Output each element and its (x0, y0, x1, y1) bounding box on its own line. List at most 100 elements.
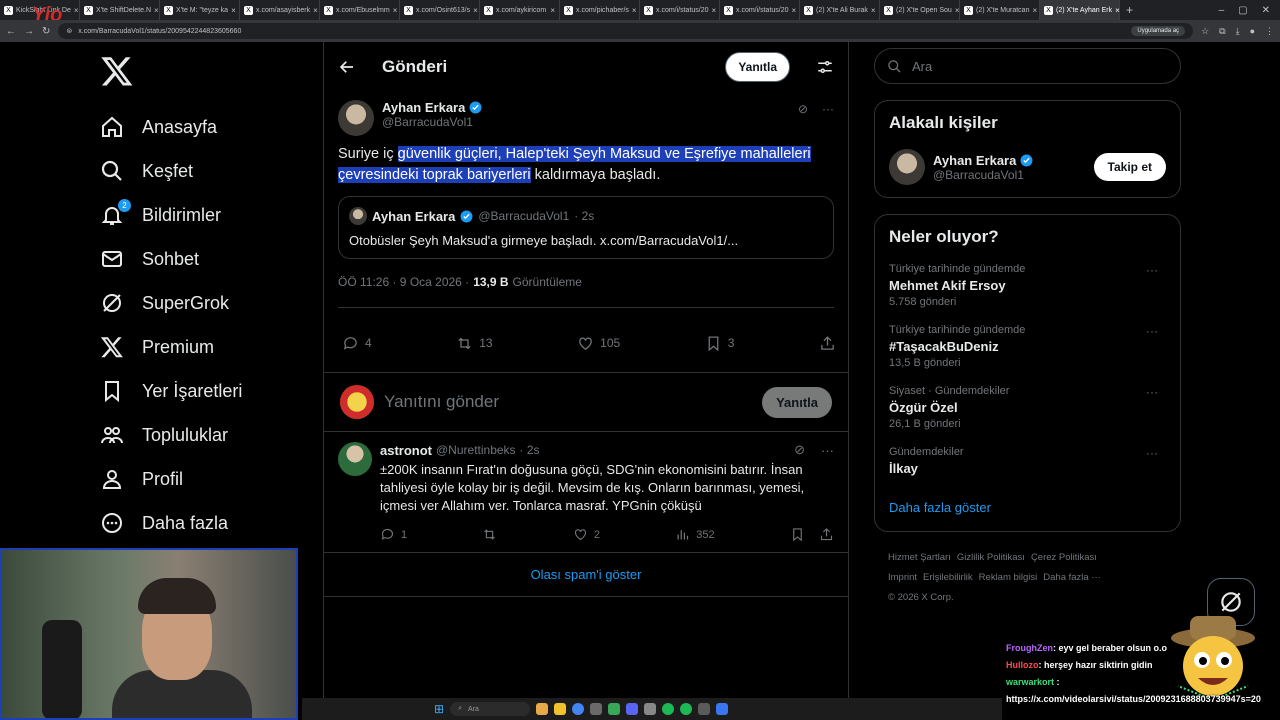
footer-link[interactable]: Erişilebilirlik (923, 572, 973, 583)
reply-action[interactable]: 1 (380, 527, 407, 542)
nav-item-grok[interactable]: SuperGrok (96, 281, 316, 325)
reply-pill-button[interactable]: Yanıtla (725, 52, 790, 82)
nav-item-x[interactable]: Premium (96, 325, 316, 369)
browser-tab[interactable]: X (2) X'te Open Sou × (880, 0, 960, 20)
nav-item-bell[interactable]: 2 Bildirimler (96, 193, 316, 237)
show-more-link[interactable]: Daha fazla göster (889, 500, 1166, 515)
back-icon[interactable]: ← (6, 26, 16, 37)
nav-item-mail[interactable]: Sohbet (96, 237, 316, 281)
bookmark-action[interactable]: 3 (705, 335, 734, 352)
url-field[interactable]: ⊜ x.com/BarracudaVol1/status/20095422448… (58, 23, 1194, 39)
avatar[interactable] (340, 385, 374, 419)
trend-item[interactable]: Gündemdekiler İlkay ··· (889, 446, 1166, 476)
download-icon[interactable]: ⤓ (1236, 26, 1240, 37)
browser-tab[interactable]: Xx.com/asayisberk × (240, 0, 320, 20)
bookmark-star-icon[interactable]: ☆ (1201, 26, 1209, 37)
close-tab-icon[interactable]: × (955, 6, 959, 15)
reply-author-name[interactable]: astronot (380, 443, 432, 458)
discord-icon[interactable] (626, 703, 639, 715)
trend-item[interactable]: Türkiye tarihinde gündemde Mehmet Akif Er… (889, 263, 1166, 308)
browser-tab[interactable]: Xx.com/i/status/20 × (640, 0, 720, 20)
share-icon[interactable] (819, 527, 834, 542)
spotify-icon[interactable] (662, 703, 675, 715)
more-options-icon[interactable]: ··· (1146, 385, 1158, 399)
profile-icon[interactable]: ● (1250, 26, 1255, 37)
avatar[interactable] (889, 149, 925, 185)
close-tab-icon[interactable]: × (1032, 6, 1037, 15)
browser-tab[interactable]: Xx.com/Osint613/s × (400, 0, 480, 20)
like-action[interactable]: 2 (573, 527, 600, 542)
app-icon[interactable] (608, 703, 621, 715)
close-tab-icon[interactable]: × (792, 6, 797, 15)
post-timestamp[interactable]: ÖÖ 11:26 · 9 Oca 2026 · (338, 275, 469, 289)
footer-link[interactable]: Imprint (888, 572, 917, 583)
browser-tab[interactable]: X (2) X'te Muratcan × (960, 0, 1040, 20)
avatar[interactable] (338, 442, 372, 476)
search-input[interactable]: Ara (874, 48, 1181, 84)
share-action[interactable] (819, 335, 836, 352)
bookmark-icon[interactable] (790, 527, 805, 542)
app-icon[interactable] (698, 703, 711, 715)
post-author[interactable]: Ayhan Erkara @BarracudaVol1 (338, 100, 834, 136)
footer-link[interactable]: Çerez Politikası (1031, 552, 1097, 563)
close-tab-icon[interactable]: × (550, 6, 555, 15)
folder-icon[interactable] (554, 703, 567, 715)
nav-item-home[interactable]: Anasayfa (96, 105, 316, 149)
open-in-app-chip[interactable]: Uygulamada aç (1131, 26, 1186, 36)
author-handle[interactable]: @BarracudaVol1 (382, 115, 482, 129)
browser-tab[interactable]: Xx.com/aykiricom × (480, 0, 560, 20)
close-tab-icon[interactable]: × (871, 6, 876, 15)
footer-link[interactable]: Reklam bilgisi (979, 572, 1038, 583)
maximize-icon[interactable]: ▢ (1238, 5, 1247, 16)
related-handle[interactable]: @BarracudaVol1 (933, 168, 1033, 182)
minimize-icon[interactable]: – (1219, 5, 1225, 16)
bookmark-share[interactable] (790, 527, 834, 542)
close-tab-icon[interactable]: × (473, 6, 478, 15)
reply-action[interactable]: 4 (342, 335, 372, 352)
reload-icon[interactable]: ↻ (42, 26, 50, 37)
nav-item-more[interactable]: Daha fazla (96, 501, 316, 545)
close-tab-icon[interactable]: × (154, 6, 159, 15)
show-spam-link[interactable]: Olası spam'i göster (324, 553, 848, 596)
reply-submit-button[interactable]: Yanıtla (762, 386, 832, 418)
close-tab-icon[interactable]: × (74, 6, 79, 15)
footer-link[interactable]: Gizlilik Politikası (957, 552, 1025, 563)
app-icon[interactable] (536, 703, 549, 715)
app-icon[interactable] (644, 703, 657, 715)
new-tab-button[interactable]: + (1120, 3, 1139, 17)
trend-item[interactable]: Siyaset · Gündemdekiler Özgür Özel 26,1 B … (889, 385, 1166, 430)
browser-tab[interactable]: Xx.com/Ebuselmm × (320, 0, 400, 20)
browser-tab[interactable]: Xx.com/i/status/20 × (720, 0, 800, 20)
grok-icon[interactable]: ⊘ (794, 442, 805, 458)
repost-action[interactable] (482, 527, 497, 542)
more-options-icon[interactable]: ··· (1146, 263, 1158, 277)
footer-link[interactable]: Hizmet Şartları (888, 552, 951, 563)
more-options-icon[interactable]: ··· (1146, 324, 1158, 338)
back-arrow-icon[interactable] (338, 58, 356, 76)
close-window-icon[interactable]: ✕ (1262, 5, 1270, 16)
nav-item-search[interactable]: Keşfet (96, 149, 316, 193)
browser-tab[interactable]: X X'te M: "teyze ka × (160, 0, 240, 20)
reply-post[interactable]: astronot @Nurettinbeks · 2s ⊘ ··· ±200K … (324, 432, 848, 552)
app-icon[interactable] (716, 703, 729, 715)
close-tab-icon[interactable]: × (632, 6, 637, 15)
more-options-icon[interactable]: ··· (821, 443, 834, 458)
author-name[interactable]: Ayhan Erkara (382, 100, 465, 115)
taskbar-search[interactable]: ⌕ Ara (450, 702, 531, 716)
more-options-icon[interactable]: ··· (1146, 446, 1158, 460)
reply-input[interactable]: Yanıtını gönder (384, 392, 752, 412)
nav-item-people[interactable]: Topluluklar (96, 413, 316, 457)
trend-item[interactable]: Türkiye tarihinde gündemde #TaşacakBuDeni… (889, 324, 1166, 369)
forward-icon[interactable]: → (24, 26, 34, 37)
windows-start-icon[interactable]: ⊞ (434, 702, 444, 716)
close-tab-icon[interactable]: × (712, 6, 717, 15)
chrome-icon[interactable] (572, 703, 585, 715)
browser-tab[interactable]: X (2) X'te Ali Burak × (800, 0, 880, 20)
related-name[interactable]: Ayhan Erkara (933, 153, 1016, 168)
app-icon[interactable] (590, 703, 603, 715)
nav-item-bookmark[interactable]: Yer İşaretleri (96, 369, 316, 413)
grok-icon[interactable]: ⊘ (798, 102, 808, 116)
extensions-icon[interactable]: ⧉ (1219, 26, 1225, 37)
repost-action[interactable]: 13 (456, 335, 493, 352)
nav-item-person[interactable]: Profil (96, 457, 316, 501)
